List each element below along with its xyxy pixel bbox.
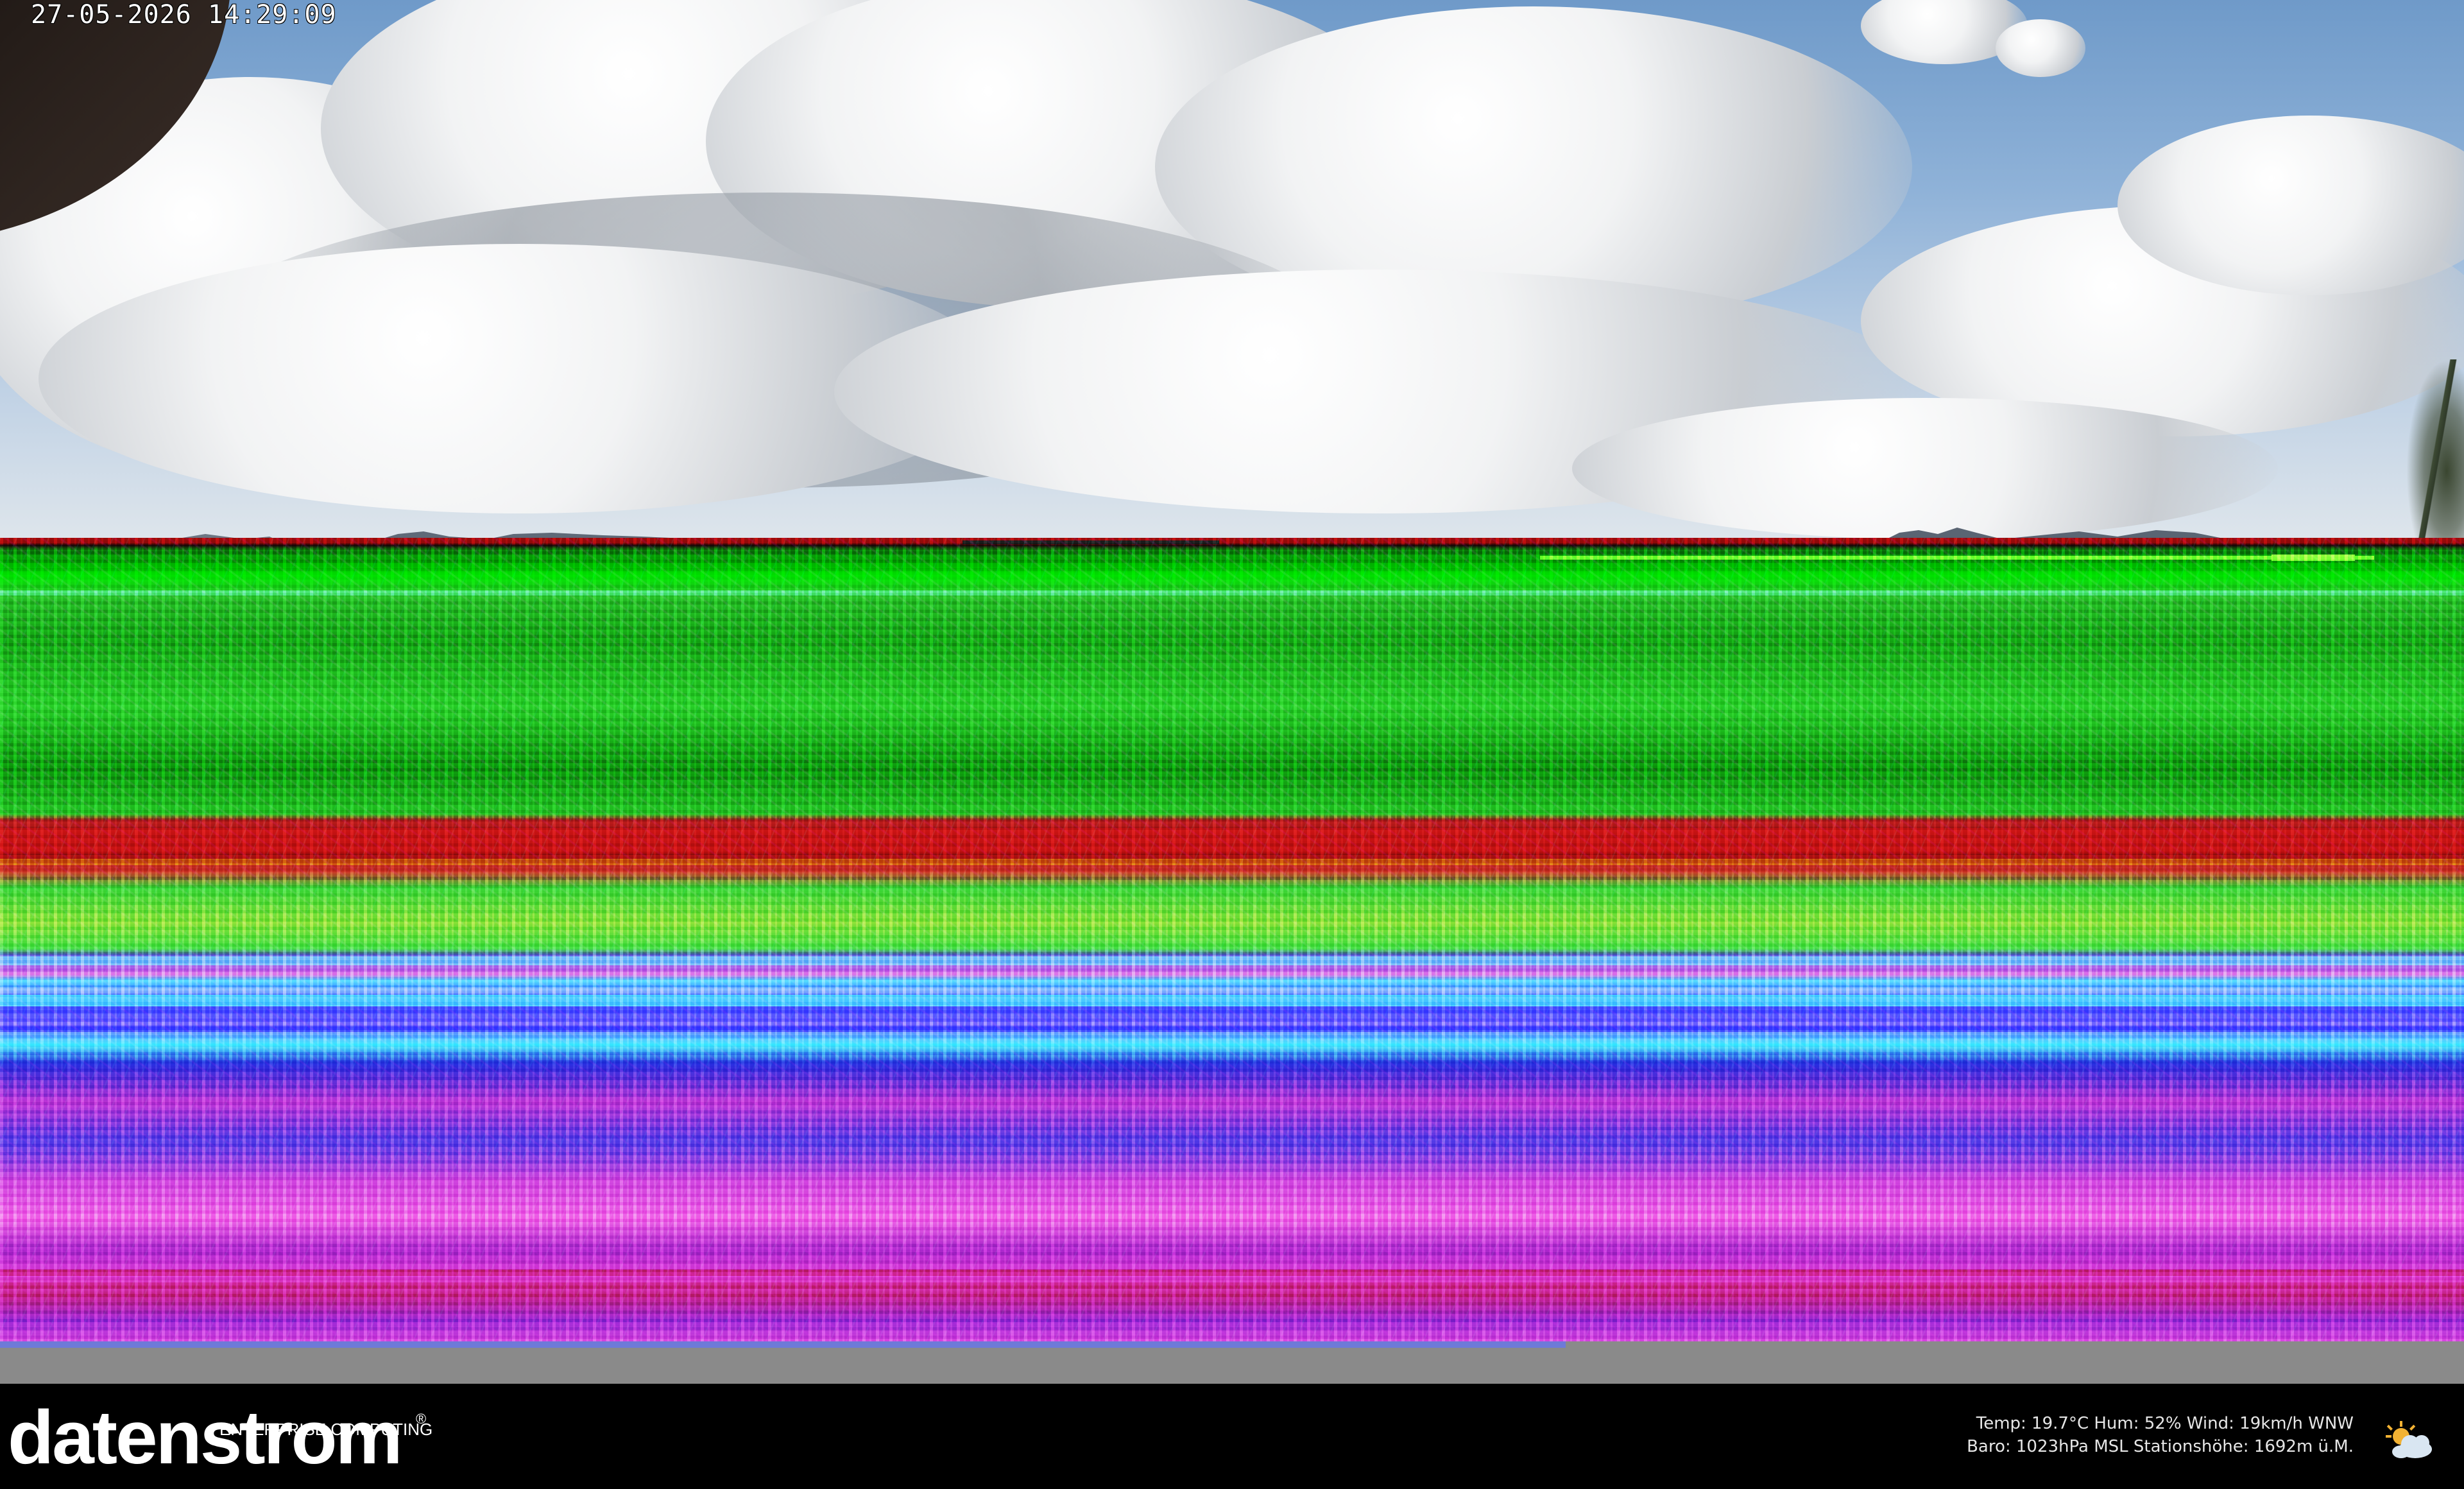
glitch-edge bbox=[0, 1341, 1566, 1348]
weather-line-temp-hum-wind: Temp: 19.7°C Hum: 52% Wind: 19km/h WNW bbox=[1976, 1414, 2354, 1433]
registered-mark: ® bbox=[416, 1411, 427, 1427]
weather-readout: Temp: 19.7°C Hum: 52% Wind: 19km/h WNW B… bbox=[1967, 1412, 2354, 1458]
tree bbox=[2406, 359, 2464, 546]
sky bbox=[0, 0, 2464, 546]
datenstrom-logo: datenstrom ENTERPRISE COMPUTING ® bbox=[8, 1393, 444, 1483]
timestamp-overlay: 27-05-2026 14:29:09 bbox=[31, 0, 337, 30]
logo-tagline: ENTERPRISE COMPUTING bbox=[219, 1420, 433, 1439]
partly-cloudy-icon bbox=[2386, 1421, 2432, 1458]
weather-line-baro-altitude: Baro: 1023hPa MSL Stationshöhe: 1692m ü.… bbox=[1967, 1437, 2354, 1456]
webcam-scene: 27-05-2026 14:29:09 datenstrom ENTERPRIS… bbox=[0, 0, 2464, 1489]
corrupted-image-area bbox=[0, 538, 2464, 1341]
